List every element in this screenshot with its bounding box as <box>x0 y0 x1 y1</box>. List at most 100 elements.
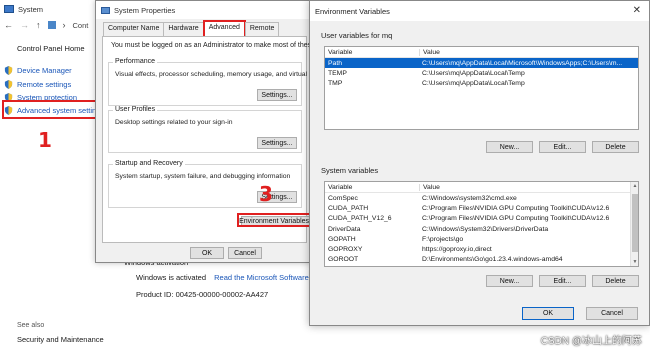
user-vars-label: User variables for mq <box>321 31 393 40</box>
var-name: ComSpec <box>328 194 358 202</box>
system-new-button[interactable]: New... <box>486 275 533 287</box>
var-value: F:\projects\go <box>422 235 464 243</box>
control-panel-home-link[interactable]: Control Panel Home <box>17 44 85 53</box>
user-edit-button[interactable]: Edit... <box>539 141 586 153</box>
device-manager-link[interactable]: Device Manager <box>17 66 72 75</box>
sysprops-cancel-button[interactable]: Cancel <box>228 247 262 259</box>
remote-settings-link[interactable]: Remote settings <box>17 80 71 89</box>
var-name: GOPROXY <box>328 246 363 254</box>
table-row[interactable]: Path C:\Users\mq\AppData\Local\Microsoft… <box>325 58 638 69</box>
system-vars-header: Variable Value <box>325 182 638 193</box>
var-name: GOPATH <box>328 235 356 243</box>
back-arrow-icon[interactable]: ← <box>4 20 13 30</box>
var-value: C:\Users\mq\AppData\Local\Temp <box>422 80 525 88</box>
system-properties-tabs: Computer Name Hardware Advanced Remote <box>103 20 280 36</box>
annotation-step-1: 1 <box>38 128 52 152</box>
see-also-label: See also <box>17 322 45 329</box>
scrollbar-thumb[interactable] <box>632 194 638 252</box>
system-vars-label: System variables <box>321 166 379 175</box>
system-properties-title: System Properties <box>114 5 176 15</box>
env-vars-title: Environment Variables <box>315 6 390 16</box>
advanced-tab-panel: You must be logged on as an Administrato… <box>102 36 345 243</box>
env-ok-button[interactable]: OK <box>522 307 574 320</box>
shield-icon <box>4 80 13 89</box>
var-value: D:\Environments\Go\go1.23.4.windows-amd6… <box>422 256 563 264</box>
activation-status: Windows is activated Read the Microsoft … <box>136 273 333 282</box>
system-vars-scrollbar[interactable]: ▲ ▼ <box>630 182 638 266</box>
startup-recovery-desc: System startup, system failure, and debu… <box>115 173 291 180</box>
var-value: C:\Windows\System32\Drivers\DriverData <box>422 225 549 233</box>
var-name: CUDA_PATH_V12_6 <box>328 215 392 223</box>
system-properties-dialog: System Properties Computer Name Hardware… <box>95 0 345 263</box>
var-value: C:\Program Files\NVIDIA GPU Computing To… <box>422 204 610 212</box>
tab-remote[interactable]: Remote <box>244 22 280 36</box>
column-header-value[interactable]: Value <box>419 183 638 191</box>
tab-computer-name[interactable]: Computer Name <box>103 22 165 36</box>
user-new-button[interactable]: New... <box>486 141 533 153</box>
startup-recovery-title: Startup and Recovery <box>113 160 185 167</box>
up-arrow-icon[interactable]: ↑ <box>36 20 41 30</box>
scroll-down-icon[interactable]: ▼ <box>631 258 638 266</box>
var-name: TEMP <box>328 69 347 77</box>
scroll-up-icon[interactable]: ▲ <box>631 182 638 190</box>
table-row[interactable]: CUDA_PATH_V12_6 C:\Program Files\NVIDIA … <box>325 214 638 224</box>
user-profiles-settings-button[interactable]: Settings... <box>257 137 297 149</box>
var-name: CUDA_PATH <box>328 204 369 212</box>
system-vars-list: Variable Value ComSpec C:\Windows\system… <box>324 181 639 267</box>
sysprops-ok-button[interactable]: OK <box>190 247 224 259</box>
control-panel-icon <box>47 21 56 29</box>
system-title: System <box>18 4 44 14</box>
user-profiles-title: User Profiles <box>113 106 158 113</box>
system-app-icon <box>4 5 14 13</box>
var-name: DriverData <box>328 225 361 233</box>
tab-hardware[interactable]: Hardware <box>163 22 204 36</box>
shield-icon <box>4 66 13 75</box>
close-icon[interactable]: ✕ <box>633 5 641 16</box>
env-cancel-button[interactable]: Cancel <box>586 307 638 320</box>
table-row[interactable]: DriverData C:\Windows\System32\Drivers\D… <box>325 224 638 234</box>
var-value: C:\Program Files\NVIDIA GPU Computing To… <box>422 215 610 223</box>
column-header-variable[interactable]: Variable <box>325 49 419 56</box>
security-maintenance-link[interactable]: Security and Maintenance <box>17 335 104 344</box>
system-edit-button[interactable]: Edit... <box>539 275 586 287</box>
breadcrumb-text[interactable]: Cont <box>73 21 89 30</box>
environment-variables-dialog: Environment Variables ✕ User variables f… <box>309 0 650 326</box>
table-row[interactable]: GOPROXY https://goproxy.io,direct <box>325 244 638 254</box>
user-vars-list: Variable Value Path C:\Users\mq\AppData\… <box>324 46 639 130</box>
table-row[interactable]: TEMP C:\Users\mq\AppData\Local\Temp <box>325 68 638 78</box>
user-vars-header: Variable Value <box>325 47 638 58</box>
var-value: https://goproxy.io,direct <box>422 246 492 254</box>
computer-icon <box>101 6 110 14</box>
performance-settings-button[interactable]: Settings... <box>257 89 297 101</box>
activation-status-text: Windows is activated <box>136 273 207 282</box>
env-vars-titlebar: Environment Variables <box>310 1 649 21</box>
column-header-variable[interactable]: Variable <box>325 184 419 191</box>
annotation-highlight-advanced <box>2 100 97 119</box>
system-delete-button[interactable]: Delete <box>592 275 639 287</box>
table-row[interactable]: CUDA_PATH C:\Program Files\NVIDIA GPU Co… <box>325 203 638 213</box>
table-row[interactable]: TMP C:\Users\mq\AppData\Local\Temp <box>325 79 638 89</box>
annotation-step-3: 3 <box>259 182 273 206</box>
product-id: Product ID: 00425-00000-00002-AA427 <box>136 290 269 299</box>
var-name: GOROOT <box>328 256 359 264</box>
var-value: C:\Windows\system32\cmd.exe <box>422 194 517 202</box>
var-value: C:\Users\mq\AppData\Local\Microsoft\Wind… <box>422 59 623 67</box>
performance-group: Performance Visual effects, processor sc… <box>108 58 333 106</box>
watermark: CSDN @冰山上的阿苏 <box>540 336 642 347</box>
annotation-highlight-env-button <box>237 213 317 227</box>
table-row[interactable]: GOROOT D:\Environments\Go\go1.23.4.windo… <box>325 255 638 265</box>
column-header-value[interactable]: Value <box>419 48 638 56</box>
table-row[interactable]: GOPATH F:\projects\go <box>325 234 638 244</box>
user-delete-button[interactable]: Delete <box>592 141 639 153</box>
breadcrumb-chevron-icon[interactable]: › <box>63 20 66 30</box>
user-profiles-desc: Desktop settings related to your sign-in <box>115 119 233 126</box>
user-profiles-group: User Profiles Desktop settings related t… <box>108 106 302 153</box>
performance-title: Performance <box>113 58 158 65</box>
table-row[interactable]: ComSpec C:\Windows\system32\cmd.exe <box>325 193 638 203</box>
tab-advanced[interactable]: Advanced <box>202 20 246 36</box>
var-name: Path <box>328 59 342 67</box>
var-value: C:\Users\mq\AppData\Local\Temp <box>422 69 525 77</box>
forward-arrow-icon[interactable]: → <box>20 20 29 30</box>
var-name: TMP <box>328 80 343 88</box>
performance-desc: Visual effects, processor scheduling, me… <box>115 71 334 78</box>
